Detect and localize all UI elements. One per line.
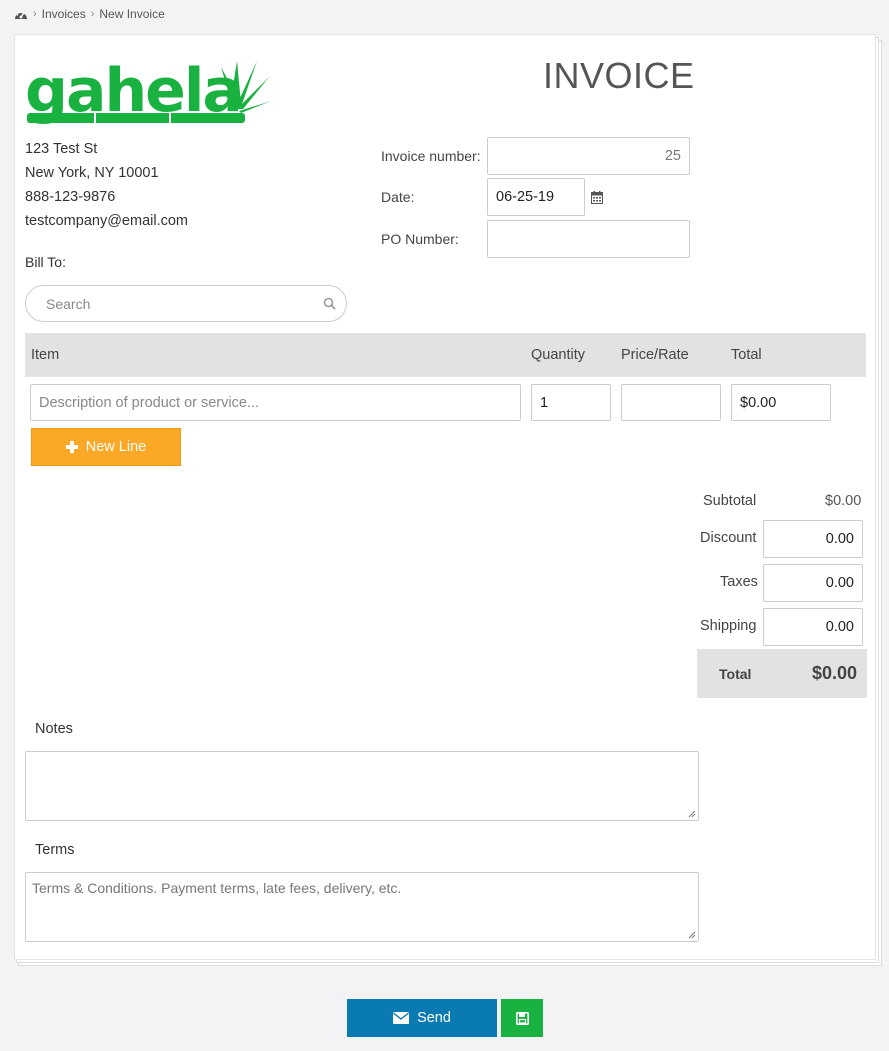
breadcrumb-separator: › — [90, 8, 95, 20]
subtotal-value: $0.00 — [825, 493, 862, 509]
invoice-title: INVOICE — [543, 55, 695, 96]
company-address-line2: New York, NY 10001 — [25, 165, 159, 181]
item-description-input[interactable]: Description of product or service... — [30, 384, 521, 421]
shipping-label: Shipping — [700, 618, 757, 634]
date-input[interactable]: 06-25-19 — [487, 178, 585, 216]
company-phone: 888-123-9876 — [25, 189, 116, 205]
invoice-paper: gahela INVOICE 123 Test St New York, NY … — [14, 34, 876, 960]
date-row: Date: 06-25-19 — [381, 178, 603, 216]
date-label: Date: — [381, 189, 415, 205]
item-column-header: Item — [31, 347, 60, 363]
po-number-label: PO Number: — [381, 231, 459, 247]
notes-textarea[interactable] — [25, 751, 699, 821]
terms-placeholder: Terms & Conditions. Payment terms, late … — [32, 880, 402, 896]
invoice-number-input[interactable]: 25 — [487, 137, 690, 175]
dashboard-icon[interactable] — [14, 8, 28, 20]
customer-search-input[interactable]: Search — [25, 285, 347, 322]
item-total-input[interactable]: $0.00 — [731, 384, 831, 421]
company-logo: gahela — [25, 56, 271, 126]
breadcrumb-new-invoice: New Invoice — [99, 7, 165, 21]
envelope-icon — [393, 1012, 410, 1024]
shipping-input[interactable]: 0.00 — [763, 608, 863, 646]
notes-label: Notes — [35, 721, 73, 737]
total-value: $0.00 — [811, 663, 857, 683]
invoice-number-row: Invoice number: 25 — [381, 137, 690, 175]
total-column-header: Total — [731, 347, 762, 363]
terms-textarea[interactable]: Terms & Conditions. Payment terms, late … — [25, 872, 699, 942]
company-email: testcompany@email.com — [25, 213, 188, 229]
company-address-line1: 123 Test St — [25, 141, 98, 157]
new-line-label: New Line — [85, 439, 147, 455]
grand-total-box: Total $0.00 — [697, 649, 867, 698]
subtotal-row: Subtotal — [703, 493, 756, 509]
send-label: Send — [417, 1010, 451, 1026]
discount-input[interactable]: 0.00 — [763, 520, 863, 558]
bill-to-label: Bill To: — [25, 254, 66, 270]
resize-handle-icon[interactable] — [688, 931, 696, 939]
price-column-header: Price/Rate — [621, 347, 689, 363]
po-number-input[interactable] — [487, 220, 690, 258]
item-price-input[interactable] — [621, 384, 721, 421]
total-label: Total — [719, 665, 752, 682]
plus-icon — [65, 441, 78, 453]
items-table-header: Item Quantity Price/Rate Total — [25, 333, 866, 377]
terms-label: Terms — [35, 842, 75, 858]
save-icon — [515, 1011, 529, 1025]
item-quantity-input[interactable]: 1 — [531, 384, 611, 421]
taxes-input[interactable]: 0.00 — [763, 564, 863, 602]
search-placeholder: Search — [46, 295, 91, 312]
subtotal-label: Subtotal — [703, 493, 757, 509]
invoice-number-label: Invoice number: — [381, 148, 481, 164]
breadcrumb-separator: › — [33, 8, 37, 20]
quantity-column-header: Quantity — [531, 347, 585, 363]
search-icon — [323, 297, 336, 310]
po-number-row: PO Number: — [381, 220, 690, 258]
company-info: 123 Test St New York, NY 10001 888-123-9… — [25, 137, 188, 233]
taxes-label: Taxes — [720, 574, 758, 590]
discount-label: Discount — [700, 530, 757, 546]
breadcrumb: › Invoices › New Invoice — [14, 7, 165, 21]
new-line-button[interactable]: New Line — [31, 428, 181, 466]
save-button[interactable] — [501, 999, 543, 1037]
send-button[interactable]: Send — [347, 999, 497, 1037]
calendar-icon[interactable] — [591, 190, 603, 204]
breadcrumb-invoices[interactable]: Invoices — [42, 7, 86, 21]
resize-handle-icon[interactable] — [688, 810, 696, 818]
